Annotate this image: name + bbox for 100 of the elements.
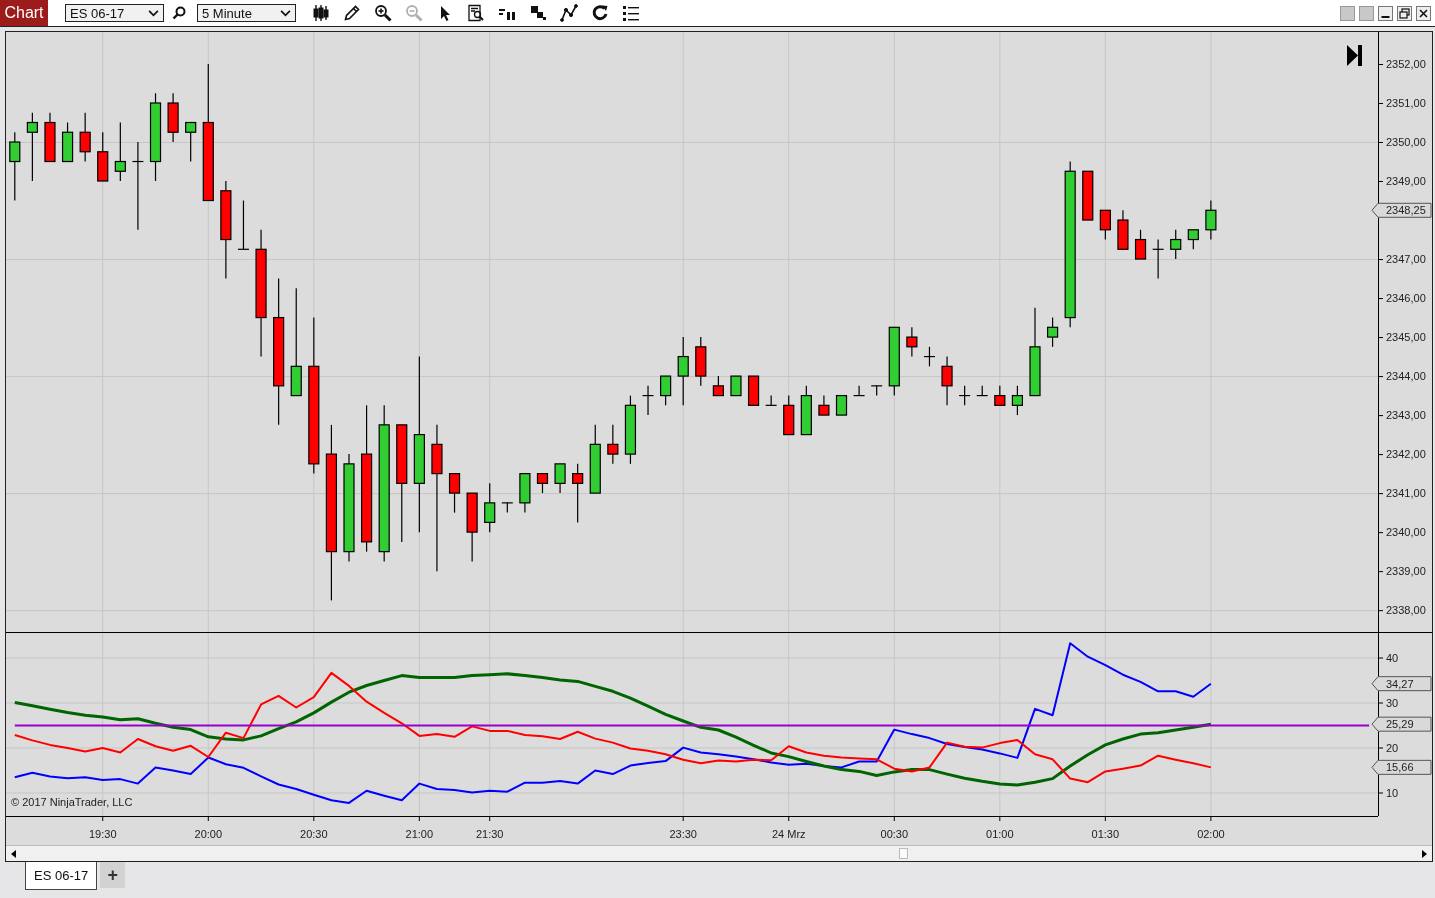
value-marker: 25,29: [1371, 716, 1432, 732]
price-label: 2345,00: [1386, 331, 1426, 344]
price-label: 2339,00: [1386, 565, 1426, 578]
candlestick: [1082, 170, 1094, 221]
candlestick: [1117, 209, 1129, 250]
axis-label: 20: [1386, 742, 1399, 754]
chart-menu-button[interactable]: Chart: [0, 0, 48, 26]
axis-label: 40: [1386, 652, 1399, 664]
candlestick: [660, 375, 672, 406]
candlestick: [9, 131, 21, 202]
candlestick: [167, 92, 179, 143]
candlestick: [1152, 238, 1165, 280]
jump-to-end-icon[interactable]: [1347, 45, 1362, 66]
instrument-dropdown[interactable]: ES 06-17: [65, 4, 164, 22]
value-marker: 15,66: [1371, 759, 1432, 775]
time-label: 20:00: [194, 828, 223, 840]
candlestick: [906, 326, 918, 358]
squares-icon[interactable]: [529, 4, 547, 22]
candlestick-icon[interactable]: [312, 4, 330, 22]
price-marker: 2348,25: [1371, 202, 1432, 218]
square-icon[interactable]: [1340, 5, 1355, 21]
price-label: 2347,00: [1386, 253, 1426, 266]
time-label: 20:30: [300, 828, 328, 840]
price-label: 2342,00: [1386, 448, 1426, 461]
candlestick: [677, 336, 689, 406]
candlestick: [554, 463, 566, 494]
scrollbar-thumb[interactable]: [899, 848, 908, 859]
time-label: 24 Mrz: [771, 828, 806, 840]
candlestick: [1205, 199, 1217, 241]
price-label: 2343,00: [1386, 409, 1426, 422]
candlestick: [26, 112, 38, 182]
candlestick: [484, 482, 496, 533]
candlestick: [237, 199, 250, 250]
price-label: 2351,00: [1386, 97, 1426, 109]
time-label: 01:00: [986, 828, 1014, 840]
candlestick: [501, 502, 514, 514]
candlestick: [818, 395, 830, 416]
document-search-icon[interactable]: [467, 4, 485, 22]
candlestick: [466, 492, 478, 562]
candlestick: [765, 395, 778, 406]
candlestick: [853, 385, 866, 397]
candlestick: [730, 375, 742, 397]
minimize-icon[interactable]: [1378, 5, 1393, 21]
close-icon[interactable]: [1416, 5, 1431, 21]
candlestick: [44, 112, 56, 163]
candlestick: [1047, 316, 1059, 348]
candlestick: [958, 385, 971, 406]
candlestick: [1187, 229, 1199, 250]
candlestick: [589, 424, 601, 494]
candlestick: [1134, 229, 1147, 260]
time-label: 21:30: [475, 828, 504, 840]
restore-icon[interactable]: [1397, 5, 1412, 21]
candlestick: [835, 395, 848, 416]
axis-label: 10: [1386, 787, 1399, 799]
time-label: 00:30: [880, 828, 909, 840]
candlestick: [923, 346, 936, 367]
add-tab-button[interactable]: +: [100, 862, 126, 888]
scroll-left-icon[interactable]: [11, 849, 16, 858]
caret-icon: [280, 9, 291, 17]
price-label: 2350,00: [1386, 136, 1426, 148]
pencil-icon[interactable]: [343, 4, 361, 22]
candlestick: [97, 131, 109, 182]
candlestick: [941, 355, 953, 406]
price-label: 2346,00: [1386, 292, 1426, 305]
candlestick: [607, 424, 619, 465]
chart-tab[interactable]: ES 06-17: [25, 862, 98, 890]
candlestick: [641, 385, 655, 416]
time-label: 01:30: [1091, 828, 1120, 840]
circular-arrow-icon[interactable]: [591, 4, 609, 22]
candlestick: [712, 375, 724, 397]
candlestick: [783, 395, 795, 436]
line-chart-icon[interactable]: [560, 4, 578, 22]
candlestick: [1099, 209, 1111, 241]
candlestick: [185, 121, 197, 163]
time-label: 02:00: [1197, 828, 1225, 840]
price-label: 2341,00: [1386, 487, 1426, 500]
candlestick: [114, 121, 126, 182]
search-icon[interactable]: [172, 6, 186, 20]
time-label: 19:30: [89, 828, 117, 840]
scroll-right-icon[interactable]: [1422, 849, 1427, 858]
price-label: 2352,00: [1386, 58, 1426, 70]
axis-label: 30: [1386, 697, 1399, 709]
candlestick: [519, 473, 531, 514]
candlestick: [1011, 385, 1023, 416]
zoom-in-icon[interactable]: [374, 4, 392, 22]
value-marker: 34,27: [1371, 676, 1432, 692]
time-label: 21:00: [405, 828, 434, 840]
candlestick: [870, 385, 883, 397]
price-label: 2349,00: [1386, 175, 1426, 187]
candlestick: [61, 121, 74, 163]
candlestick: [624, 395, 637, 465]
price-label: 2340,00: [1386, 526, 1426, 539]
candlestick: [79, 112, 91, 163]
horizontal-scrollbar[interactable]: [6, 845, 1432, 861]
interval-dropdown[interactable]: 5 Minute: [197, 4, 296, 22]
caret-icon: [148, 9, 159, 17]
candlestick: [994, 385, 1006, 406]
list-icon[interactable]: [622, 4, 640, 22]
time-label: 23:30: [669, 828, 697, 840]
candlestick: [1170, 229, 1182, 260]
